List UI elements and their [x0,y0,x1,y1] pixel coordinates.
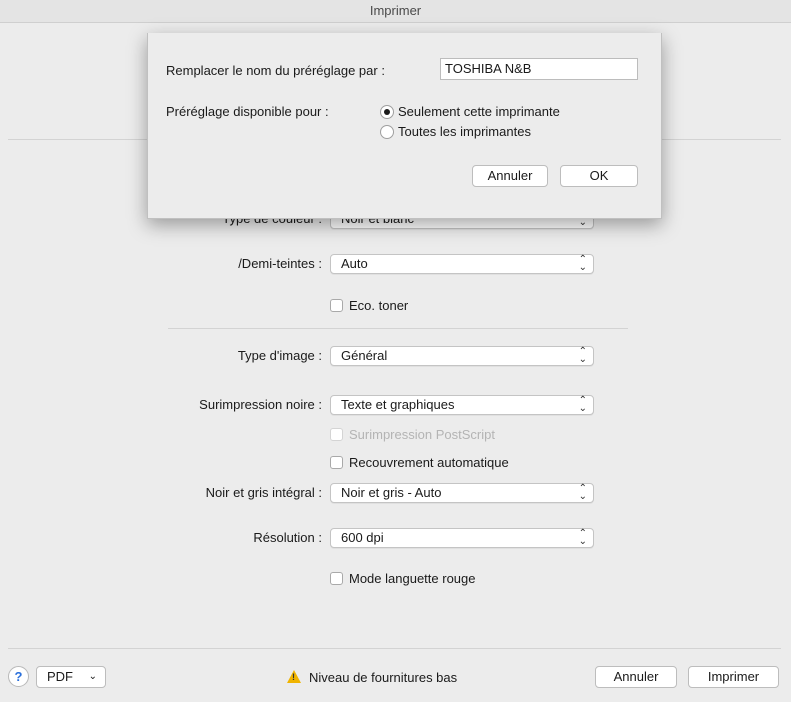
available-label: Préréglage disponible pour : [166,104,329,119]
radio-selected-icon[interactable] [380,104,394,119]
surimpression-value: Texte et graphiques [341,397,455,412]
recouvrement-checkbox[interactable]: Recouvrement automatique [330,455,509,470]
preset-name-field[interactable]: TOSHIBA N&B [440,58,638,80]
demi-teintes-label: /Demi-teintes : [238,256,322,271]
demi-teintes-value: Auto [341,256,368,271]
popup-arrows-icon: ⌃⌄ [578,528,587,547]
demi-teintes-popup[interactable]: Auto ⌃ ⌄ [330,254,594,274]
eco-toner-label: Eco. toner [349,298,409,313]
resolution-label: Résolution : [253,530,322,545]
popup-arrows-icon: ⌃⌄ [578,395,587,414]
popup-arrows-icon: ⌃⌄ [578,254,587,273]
window-title: Imprimer [0,0,791,23]
sheet-ok-button[interactable]: OK [560,165,638,187]
chevron-down-icon: ⌄ [88,671,97,682]
noir-gris-value: Noir et gris - Auto [341,485,442,500]
pdf-menu-button[interactable]: PDF ⌄ [36,666,106,688]
surimpression-label: Surimpression noire : [199,397,322,412]
radio-all-printers-label: Toutes les imprimantes [398,124,531,139]
type-image-label: Type d'image : [237,348,322,363]
checkbox-box[interactable] [330,299,343,312]
type-image-popup[interactable]: Général ⌃ ⌄ [330,346,594,366]
popup-arrows-icon: ⌃⌄ [578,483,587,502]
checkbox-box[interactable] [330,456,343,469]
recouvrement-label: Recouvrement automatique [349,455,509,470]
noir-gris-label: Noir et gris intégral : [205,485,322,500]
footer-divider [8,648,781,649]
surimpression-ps-checkbox: Surimpression PostScript [330,427,495,442]
cancel-button[interactable]: Annuler [595,666,677,688]
rename-preset-sheet: Remplacer le nom du préréglage par : TOS… [147,33,662,219]
radio-this-printer-label: Seulement cette imprimante [398,104,560,119]
radio-all-printers[interactable]: Toutes les imprimantes [380,124,531,139]
languette-label: Mode languette rouge [349,571,476,586]
checkbox-box[interactable] [330,572,343,585]
surimpression-popup[interactable]: Texte et graphiques ⌃ ⌄ [330,395,594,415]
help-button[interactable]: ? [8,666,29,687]
sheet-cancel-button[interactable]: Annuler [472,165,548,187]
resolution-popup[interactable]: 600 dpi ⌃ ⌄ [330,528,594,548]
section-divider [168,328,628,329]
pdf-label: PDF [47,669,73,684]
popup-arrows-icon: ⌃⌄ [578,346,587,365]
warning-icon: ! [287,670,301,683]
radio-this-printer[interactable]: Seulement cette imprimante [380,104,560,119]
resolution-value: 600 dpi [341,530,384,545]
supplies-status: Niveau de fournitures bas [309,670,458,685]
checkbox-box [330,428,343,441]
noir-gris-popup[interactable]: Noir et gris - Auto ⌃ ⌄ [330,483,594,503]
type-image-value: Général [341,348,388,363]
rename-label: Remplacer le nom du préréglage par : [166,63,385,78]
surimpression-ps-label: Surimpression PostScript [349,427,495,442]
radio-unselected-icon[interactable] [380,124,394,139]
languette-checkbox[interactable]: Mode languette rouge [330,571,475,586]
eco-toner-checkbox[interactable]: Eco. toner [330,298,408,313]
print-button[interactable]: Imprimer [688,666,779,688]
